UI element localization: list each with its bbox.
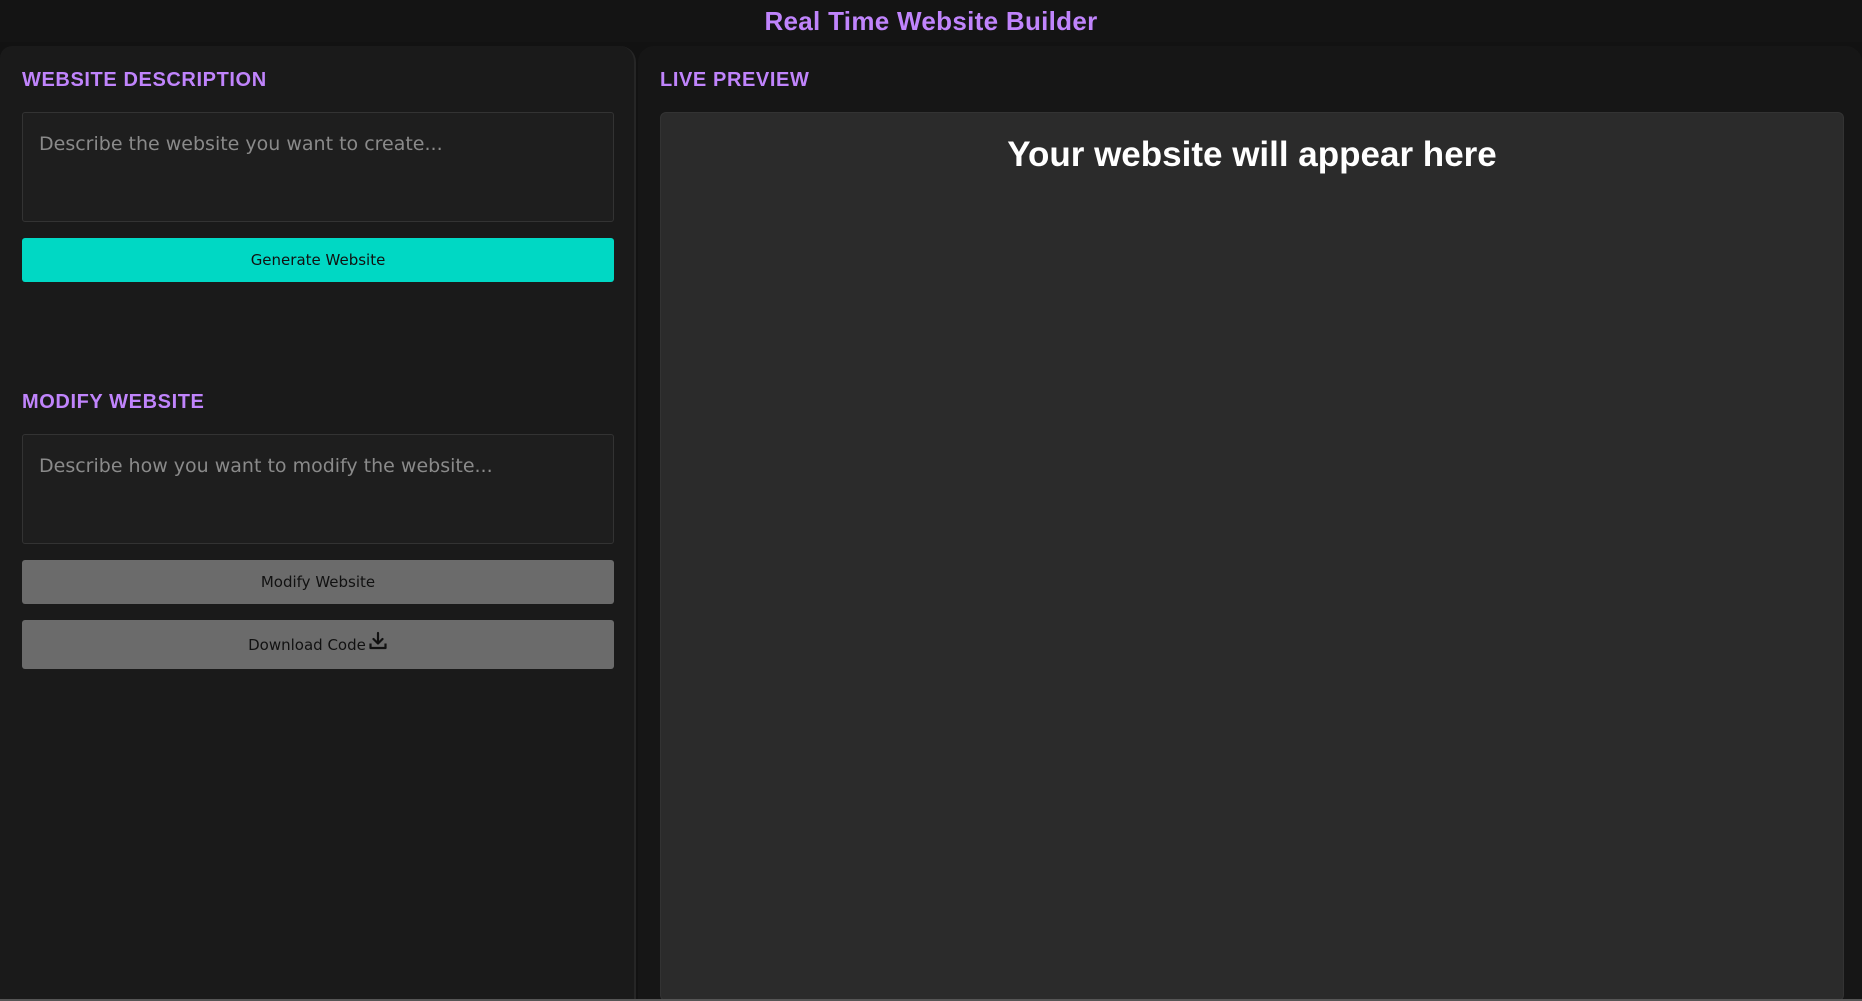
app-title: Real Time Website Builder bbox=[764, 5, 1098, 36]
download-code-label: Download Code bbox=[248, 635, 366, 654]
modify-website-label: Modify Website bbox=[260, 573, 376, 591]
preview-heading: LIVE PREVIEW bbox=[660, 69, 810, 91]
preview-frame: Your website will appear here bbox=[660, 112, 1844, 1001]
generate-website-label: Generate Website bbox=[250, 251, 386, 269]
download-icon bbox=[369, 631, 387, 649]
modify-input[interactable] bbox=[22, 434, 614, 544]
modify-heading: MODIFY WEBSITE bbox=[22, 391, 205, 413]
preview-panel: LIVE PREVIEW Your website will appear he… bbox=[638, 46, 1862, 1001]
modify-section: MODIFY WEBSITE Modify Website Download C… bbox=[22, 390, 614, 669]
download-code-button[interactable]: Download Code bbox=[22, 620, 614, 669]
preview-placeholder-text: Your website will appear here bbox=[1007, 135, 1497, 174]
main-layout: WEBSITE DESCRIPTION Generate Website MOD… bbox=[0, 46, 1862, 1001]
controls-panel: WEBSITE DESCRIPTION Generate Website MOD… bbox=[0, 46, 636, 1001]
description-input[interactable] bbox=[22, 112, 614, 222]
app-header: Real Time Website Builder bbox=[0, 0, 1862, 42]
description-heading: WEBSITE DESCRIPTION bbox=[22, 69, 267, 91]
description-section: WEBSITE DESCRIPTION Generate Website bbox=[22, 68, 614, 282]
generate-website-button[interactable]: Generate Website bbox=[22, 238, 614, 282]
modify-website-button[interactable]: Modify Website bbox=[22, 560, 614, 604]
